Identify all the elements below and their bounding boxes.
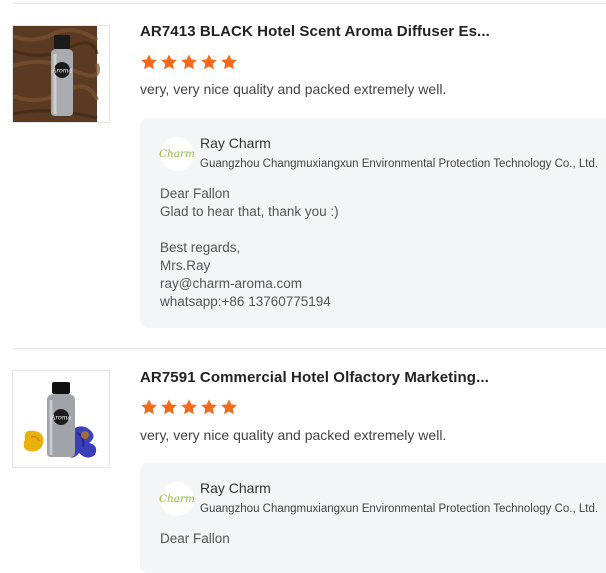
reply-text-line: ray@charm-aroma.com bbox=[160, 276, 302, 291]
star-icon bbox=[141, 54, 157, 70]
star-icon bbox=[201, 54, 217, 70]
seller-logo: Charm bbox=[159, 482, 195, 516]
star-icon bbox=[161, 54, 177, 70]
star-icon bbox=[221, 54, 237, 70]
rating-stars bbox=[140, 398, 238, 416]
svg-text:Aroma: Aroma bbox=[50, 415, 72, 422]
reply-text-line: Dear Fallon bbox=[160, 186, 230, 201]
seller-logo: Charm bbox=[159, 137, 195, 171]
replier-name: Ray Charm bbox=[200, 135, 271, 151]
star-icon bbox=[181, 54, 197, 70]
star-icon bbox=[141, 399, 157, 415]
product-title[interactable]: AR7591 Commercial Hotel Olfactory Market… bbox=[140, 369, 489, 386]
reply-text-line: Best regards, bbox=[160, 240, 241, 255]
star-icon bbox=[201, 399, 217, 415]
review-comment: very, very nice quality and packed extre… bbox=[140, 427, 447, 443]
seller-reply: Charm Ray Charm Guangzhou Changmuxiangxu… bbox=[140, 463, 606, 573]
rating-stars bbox=[140, 53, 238, 71]
product-title[interactable]: AR7413 BLACK Hotel Scent Aroma Diffuser … bbox=[140, 23, 490, 40]
replier-name: Ray Charm bbox=[200, 480, 271, 496]
product-thumbnail[interactable]: Aroma bbox=[12, 370, 110, 468]
replier-company: Guangzhou Changmuxiangxun Environmental … bbox=[200, 503, 599, 515]
review-comment: very, very nice quality and packed extre… bbox=[140, 81, 447, 97]
review-divider bbox=[12, 348, 606, 349]
svg-text:Aroma: Aroma bbox=[51, 68, 73, 75]
seller-reply: Charm Ray Charm Guangzhou Changmuxiangxu… bbox=[140, 118, 606, 328]
top-divider bbox=[12, 3, 606, 4]
reply-text-line: whatsapp:+86 13760775194 bbox=[160, 294, 331, 309]
aroma-bottle-image: Aroma bbox=[13, 26, 109, 122]
star-icon bbox=[221, 399, 237, 415]
reply-text-line: Dear Fallon bbox=[160, 531, 230, 546]
replier-company: Guangzhou Changmuxiangxun Environmental … bbox=[200, 158, 599, 170]
reply-text-line: Mrs.Ray bbox=[160, 258, 211, 273]
star-icon bbox=[161, 399, 177, 415]
aroma-bottle-image: Aroma bbox=[13, 371, 109, 467]
star-icon bbox=[181, 399, 197, 415]
reply-text-line: Glad to hear that, thank you :) bbox=[160, 204, 339, 219]
product-thumbnail[interactable]: Aroma bbox=[12, 25, 110, 123]
